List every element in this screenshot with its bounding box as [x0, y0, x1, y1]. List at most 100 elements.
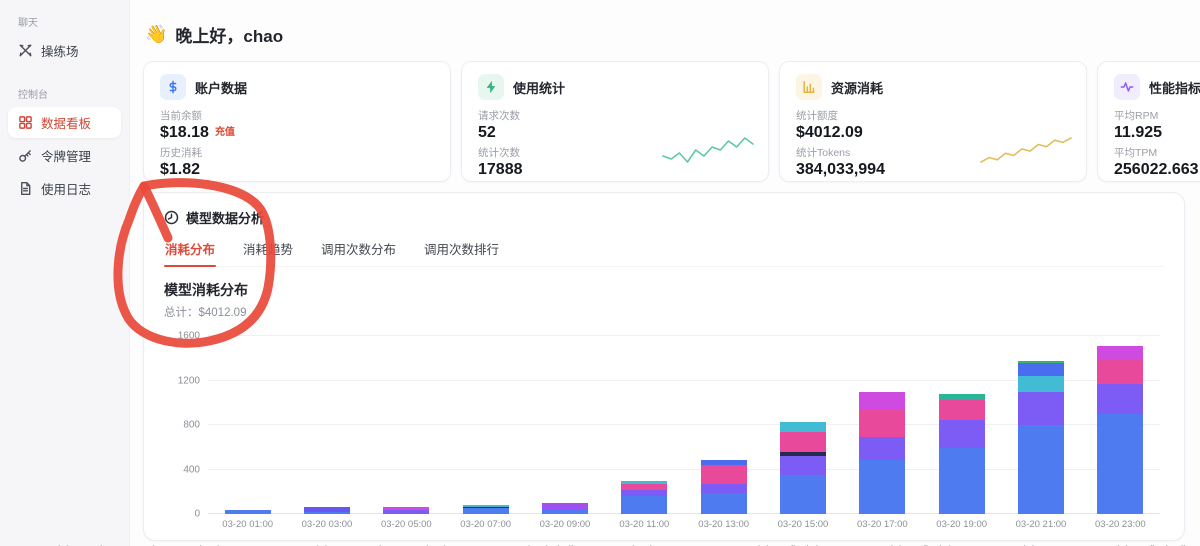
x-tick-label: 03-20 15:00: [763, 519, 842, 530]
sparkline-resource: [980, 136, 1072, 169]
bar-segment-claude-opus-4-6: [939, 420, 985, 448]
bar-segment-gemini-2.5-pro: [780, 422, 826, 432]
stat-card-performance: 性能指标平均RPM11.925 平均TPM256022.663: [1097, 61, 1200, 182]
bars-layer: [208, 336, 1160, 514]
bar-segment-gemini-3-pro-image-preview: [621, 496, 667, 514]
sidebar-section-chat: 聊天: [8, 10, 121, 35]
bar-03-20 21:00: [1018, 361, 1064, 515]
bar-segment-gemini-2.5-flash-image: [1097, 346, 1143, 359]
x-tick-label: 03-20 05:00: [367, 519, 446, 530]
sidebar-item-usage-logs[interactable]: 使用日志: [8, 173, 121, 204]
analysis-title: 模型数据分析: [186, 208, 264, 227]
wave-emoji: 👋: [145, 24, 167, 45]
y-tick-label: 0: [194, 509, 200, 520]
bar-segment-gemini-3-pro-image-preview: [859, 460, 905, 515]
sidebar-item-label: 数据看板: [41, 113, 91, 132]
stat-card-title: 资源消耗: [831, 78, 883, 97]
stat-card-account: 账户数据当前余额$18.18充值历史消耗$1.82: [143, 61, 451, 182]
dashboard-icon: [18, 115, 33, 130]
tab-consumption-trend[interactable]: 消耗趋势: [242, 239, 294, 266]
file-icon: [18, 181, 33, 196]
sidebar-item-label: 操练场: [41, 41, 79, 60]
greeting: 👋 晚上好，chao: [145, 22, 1200, 47]
metric-label: 统计额度: [796, 108, 1070, 123]
bar-03-20 03:00: [304, 507, 350, 514]
bar-03-20 11:00: [621, 481, 667, 514]
bar-segment-gemini-3-pro-image-preview: [463, 508, 509, 514]
tab-call-count-ranking[interactable]: 调用次数排行: [423, 239, 500, 266]
metric-value: 11.925: [1114, 123, 1200, 143]
bar-segment-claude-opus-4-6: [859, 437, 905, 460]
metric-label: 平均RPM: [1114, 108, 1200, 123]
metric-value: 256022.663: [1114, 160, 1200, 180]
x-tick-label: 03-20 01:00: [208, 519, 287, 530]
recharge-link[interactable]: 充值: [215, 127, 235, 140]
x-tick-label: 03-20 03:00: [287, 519, 366, 530]
metric-value: $1.82: [160, 160, 434, 180]
zap-icon: [478, 74, 504, 100]
bar-segment-gemini-3-pro-image-preview: [225, 510, 271, 514]
stat-card-title: 性能指标: [1149, 78, 1200, 97]
bar-segment-gemini-3-pro-image-preview: [939, 448, 985, 514]
metric-label: 当前余额: [160, 108, 434, 123]
key-icon: [18, 148, 33, 163]
sidebar: 聊天操练场控制台数据看板令牌管理使用日志: [0, 0, 130, 546]
y-tick-label: 1600: [178, 331, 200, 342]
sidebar-item-token-management[interactable]: 令牌管理: [8, 140, 121, 171]
x-tick-label: 03-20 07:00: [446, 519, 525, 530]
tab-consumption-distribution[interactable]: 消耗分布: [164, 239, 216, 266]
greeting-text: 晚上好，chao: [175, 22, 283, 47]
x-tick-label: 03-20 13:00: [684, 519, 763, 530]
x-axis-labels: 03-20 01:0003-20 03:0003-20 05:0003-20 0…: [208, 519, 1160, 530]
playground-icon: [18, 43, 33, 58]
bar-segment-claude-opus-4-6: [701, 484, 747, 493]
dollar-icon: [160, 74, 186, 100]
bar-03-20 19:00: [939, 394, 985, 514]
y-tick-label: 400: [183, 464, 200, 475]
y-tick-label: 800: [183, 420, 200, 431]
bar-segment-claude-opus-4-6: [621, 490, 667, 497]
x-tick-label: 03-20 21:00: [1001, 519, 1080, 530]
bar-chart-icon: [796, 74, 822, 100]
x-tick-label: 03-20 17:00: [843, 519, 922, 530]
tab-call-count-distribution[interactable]: 调用次数分布: [320, 239, 397, 266]
bar-segment-gemini-3-pro-image-preview: [701, 493, 747, 514]
bar-segment-gemini-3-pro-image-preview: [542, 510, 588, 514]
metric-label: 历史消耗: [160, 145, 434, 160]
chart-title: 模型消耗分布: [164, 280, 1164, 300]
bar-segment-claude-sonnet-4-5: [701, 465, 747, 484]
bar-segment-claude-sonnet-4-5: [780, 432, 826, 453]
bar-03-20 15:00: [780, 422, 826, 514]
bar-03-20 23:00: [1097, 346, 1143, 514]
x-tick-label: 03-20 09:00: [525, 519, 604, 530]
bar-segment-claude-sonnet-4-5: [939, 400, 985, 420]
analysis-tabs: 消耗分布消耗趋势调用次数分布调用次数排行: [164, 239, 1164, 267]
stat-card-title: 使用统计: [513, 78, 565, 97]
metric-value: $18.18充值: [160, 123, 434, 143]
sidebar-item-playground[interactable]: 操练场: [8, 35, 121, 66]
x-tick-label: 03-20 23:00: [1081, 519, 1160, 530]
main-content: 👋 晚上好，chao 账户数据当前余额$18.18充值历史消耗$1.82使用统计…: [130, 0, 1200, 546]
x-tick-label: 03-20 11:00: [605, 519, 684, 530]
bar-03-20 09:00: [542, 503, 588, 514]
stat-cards-row: 账户数据当前余额$18.18充值历史消耗$1.82使用统计请求次数52统计次数1…: [143, 61, 1200, 182]
sidebar-item-dashboard[interactable]: 数据看板: [8, 107, 121, 138]
metric-label: 平均TPM: [1114, 145, 1200, 160]
bar-03-20 17:00: [859, 392, 905, 514]
stat-card-usage: 使用统计请求次数52统计次数17888: [461, 61, 769, 182]
bar-segment-gemini-3-pro-image-preview: [304, 512, 350, 514]
bar-segment-gemini-3-pro-image-preview: [1097, 414, 1143, 514]
bar-segment-claude-sonnet-4-5: [1097, 359, 1143, 384]
y-tick-label: 1200: [178, 375, 200, 386]
bar-segment-claude-opus-4-6: [1097, 384, 1143, 414]
chart-total: 总计：$4012.09: [164, 304, 1164, 320]
bar-segment-gemini-3-pro-image-preview: [1018, 425, 1064, 514]
stat-card-title: 账户数据: [195, 78, 247, 97]
bar-segment-gemini-2.5-pro: [1018, 376, 1064, 392]
stat-card-resource: 资源消耗统计额度$4012.09统计Tokens384,033,994: [779, 61, 1087, 182]
bar-segment-gemini-2.5-flash-image: [859, 392, 905, 410]
sidebar-item-label: 令牌管理: [41, 146, 91, 165]
activity-icon: [1114, 74, 1140, 100]
bar-segment-claude-opus-4-6: [1018, 392, 1064, 425]
bar-segment-claude-opus-4-6: [780, 456, 826, 475]
